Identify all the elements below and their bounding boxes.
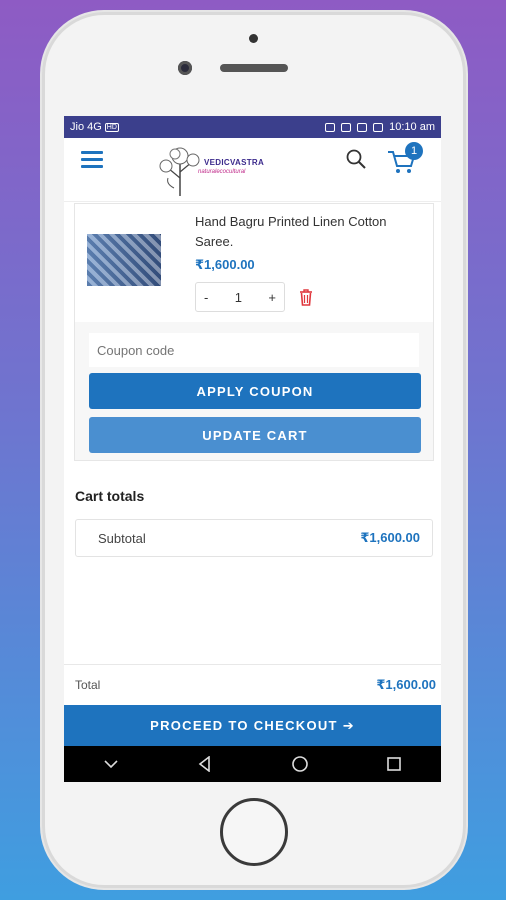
- status-bar: Jio 4G HD 10:10 am: [64, 116, 441, 138]
- hide-keyboard-icon[interactable]: [99, 752, 123, 776]
- cart-items-panel: Hand Bagru Printed Linen Cotton Saree. ₹…: [74, 203, 434, 461]
- search-icon[interactable]: [346, 149, 366, 169]
- home-icon[interactable]: [288, 752, 312, 776]
- carrier-label: Jio 4G: [70, 121, 102, 133]
- front-camera: [178, 61, 192, 75]
- update-cart-button[interactable]: UPDATE CART: [89, 417, 421, 453]
- cart-totals-title: Cart totals: [75, 488, 145, 504]
- total-row: Total ₹1,600.00: [64, 664, 441, 704]
- subtotal-value: ₹1,600.00: [360, 530, 420, 545]
- vibrate-icon: [341, 122, 352, 132]
- back-icon[interactable]: [193, 752, 217, 776]
- subtotal-label: Subtotal: [98, 530, 146, 546]
- app-screen: Jio 4G HD 10:10 am VEDICVASTRA naturalec…: [64, 116, 441, 782]
- proceed-to-checkout-button[interactable]: PROCEED TO CHECKOUT ➔: [64, 705, 441, 746]
- total-label: Total: [75, 677, 101, 692]
- product-price: ₹1,600.00: [195, 257, 255, 272]
- android-nav-bar: [64, 746, 441, 782]
- quantity-stepper: - 1 +: [195, 282, 285, 312]
- coupon-code-input[interactable]: [89, 333, 419, 367]
- increase-quantity-button[interactable]: +: [268, 290, 276, 305]
- recent-apps-icon[interactable]: [382, 752, 406, 776]
- cart-item: Hand Bagru Printed Linen Cotton Saree. ₹…: [75, 204, 433, 322]
- clock: 10:10 am: [389, 121, 435, 133]
- decrease-quantity-button[interactable]: -: [204, 290, 208, 305]
- cart-count-badge: 1: [405, 142, 423, 160]
- total-value: ₹1,600.00: [376, 676, 436, 692]
- product-image[interactable]: [87, 234, 161, 286]
- quantity-value[interactable]: 1: [235, 290, 242, 305]
- subtotal-row: Subtotal ₹1,600.00: [75, 519, 433, 557]
- proximity-sensor: [249, 34, 258, 43]
- logo-subtext: naturalecocultural: [198, 169, 246, 175]
- battery-icon: [373, 122, 384, 132]
- cotton-flower-icon: [159, 147, 200, 196]
- network-badge: HD: [104, 122, 119, 132]
- earpiece-speaker: [220, 64, 288, 72]
- hamburger-menu-icon[interactable]: [81, 151, 103, 172]
- brand-logo[interactable]: VEDICVASTRA naturalecocultural: [156, 142, 296, 198]
- app-header: VEDICVASTRA naturalecocultural 1: [64, 138, 441, 202]
- logo-text: VEDICVASTRA: [204, 158, 265, 167]
- product-name[interactable]: Hand Bagru Printed Linen Cotton Saree.: [195, 212, 425, 252]
- signal-icon: [357, 122, 368, 132]
- apply-coupon-button[interactable]: APPLY COUPON: [89, 373, 421, 409]
- trash-icon[interactable]: [297, 288, 315, 306]
- alarm-icon: [325, 122, 336, 132]
- home-button[interactable]: [220, 798, 288, 866]
